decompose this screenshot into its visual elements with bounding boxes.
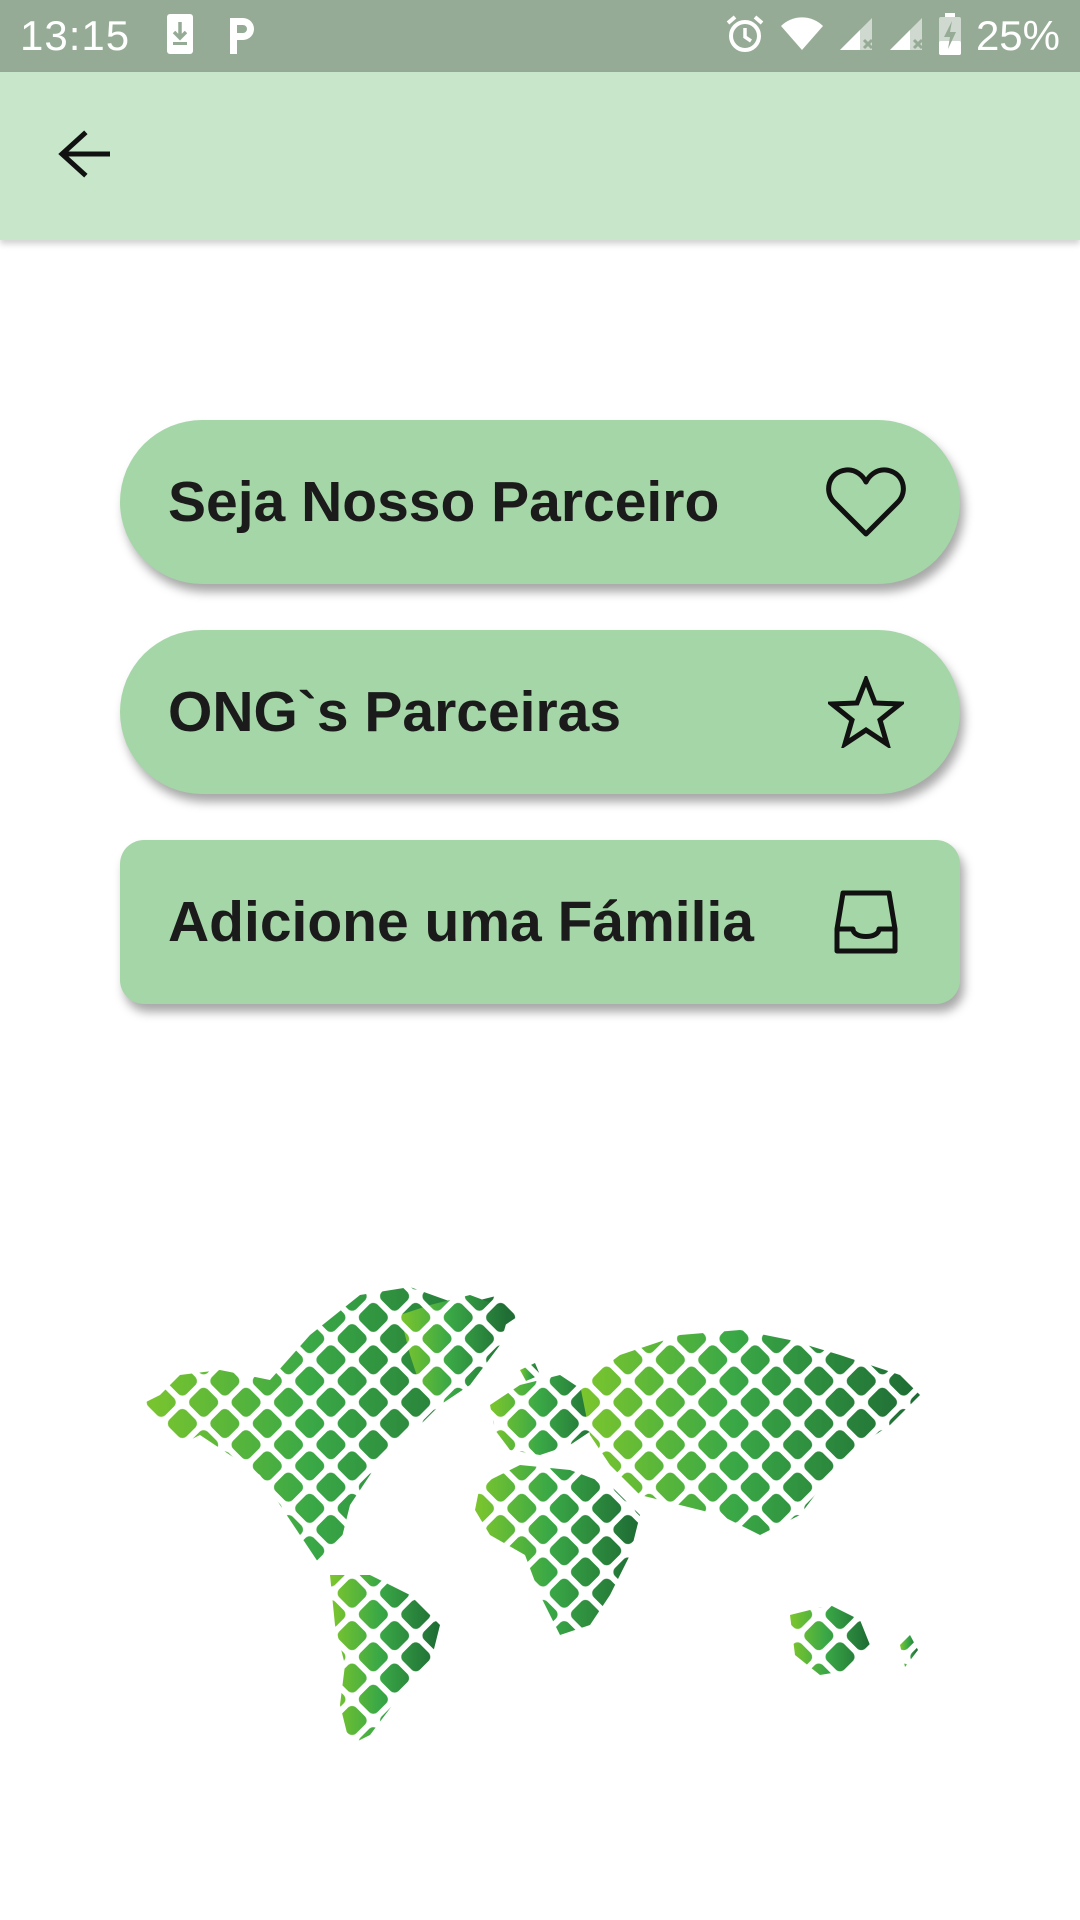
world-map-icon bbox=[140, 1287, 940, 1759]
parking-app-icon bbox=[226, 14, 258, 59]
arrow-left-icon bbox=[58, 129, 111, 183]
battery-charging-icon bbox=[938, 12, 962, 60]
star-icon bbox=[824, 670, 908, 754]
inbox-icon bbox=[824, 880, 908, 964]
status-bar: 13:15 25% bbox=[0, 0, 1080, 72]
status-time: 13:15 bbox=[20, 12, 131, 59]
partner-button-label: Seja Nosso Parceiro bbox=[168, 470, 720, 534]
add-family-button-label: Adicione uma Fámilia bbox=[168, 890, 754, 954]
alarm-icon bbox=[724, 13, 766, 60]
notification-icons bbox=[166, 13, 258, 60]
world-map-illustration bbox=[140, 1275, 940, 1755]
back-button[interactable] bbox=[36, 108, 132, 204]
download-icon bbox=[166, 13, 194, 60]
ngo-partners-button[interactable]: ONG`s Parceiras bbox=[120, 630, 960, 794]
signal-icon bbox=[888, 16, 924, 57]
app-bar bbox=[0, 72, 1080, 240]
battery-percent: 25% bbox=[975, 12, 1060, 59]
system-icons: 25% bbox=[724, 12, 1060, 60]
add-family-button[interactable]: Adicione uma Fámilia bbox=[120, 840, 960, 1004]
signal-icon bbox=[838, 16, 874, 57]
heart-icon bbox=[824, 460, 908, 544]
ngo-partners-button-label: ONG`s Parceiras bbox=[168, 680, 622, 744]
partner-button[interactable]: Seja Nosso Parceiro bbox=[120, 420, 960, 584]
wifi-icon bbox=[780, 16, 824, 57]
